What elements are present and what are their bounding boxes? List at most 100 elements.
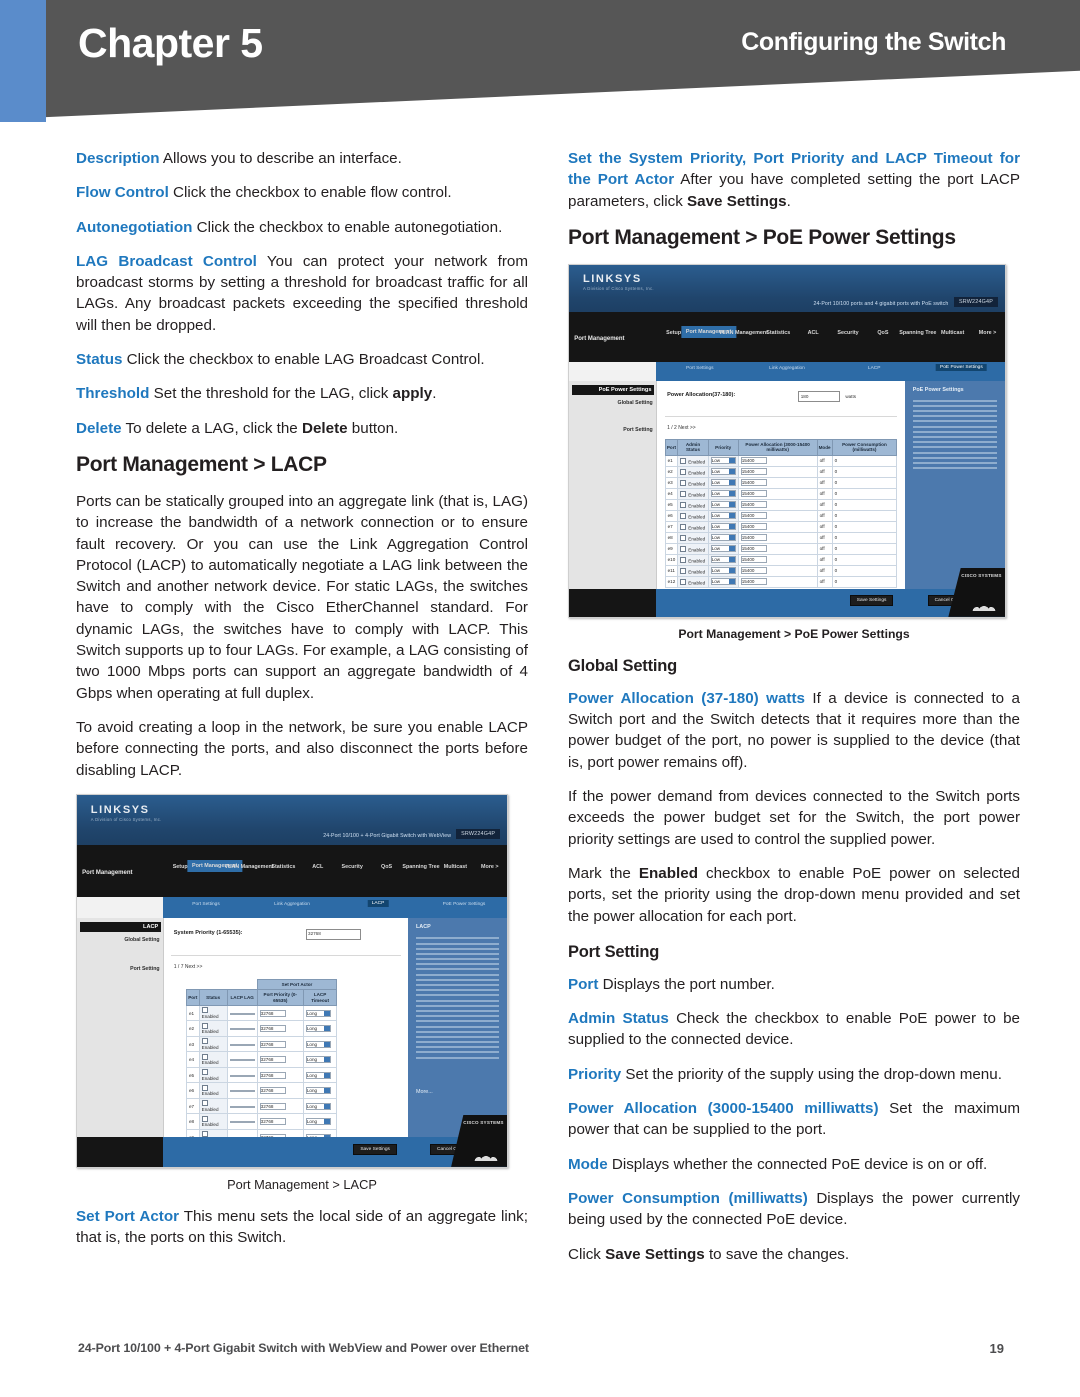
poe-pager[interactable]: 1 / 2 Next >>	[667, 425, 696, 431]
poe-nav-item-security[interactable]: Security	[837, 330, 858, 336]
poe-allocation-input[interactable]: 15400	[740, 468, 767, 476]
poe-cell-priority[interactable]: Low	[707, 542, 739, 555]
lacp-cell-lag[interactable]	[226, 1035, 258, 1053]
poe-cell-allocation[interactable]: 15400	[737, 542, 818, 555]
poe-cell-allocation[interactable]: 15400	[737, 520, 818, 533]
poe-subnav-bar[interactable]: Port Settings Link Aggregation LACP PoE Pow…	[656, 361, 1005, 382]
poe-allocation-input[interactable]: 15400	[740, 512, 767, 520]
lacp-cell-status[interactable]: Enabled	[198, 1097, 228, 1115]
lacp-timeout-select[interactable]: Long	[305, 1118, 331, 1126]
poe-cell-allocation[interactable]: 15400	[737, 531, 818, 544]
lacp-cell-priority[interactable]: 32768	[256, 1082, 304, 1099]
lacp-cell-status[interactable]: Enabled	[198, 1051, 228, 1068]
lacp-lag-select[interactable]	[229, 1121, 255, 1124]
poe-priority-select[interactable]: Low	[710, 468, 736, 476]
poe-sidebar-link-port-setting[interactable]: Port Setting	[623, 427, 652, 433]
poe-priority-select[interactable]: Low	[710, 457, 736, 465]
poe-cell-admin-status[interactable]: Enabled	[677, 542, 709, 555]
lacp-cell-priority[interactable]: 32768	[256, 1066, 304, 1084]
lacp-nav-item-acl[interactable]: ACL	[312, 864, 323, 870]
lacp-nav-item-security[interactable]: Security	[342, 864, 363, 870]
lacp-timeout-select[interactable]: Long	[305, 1087, 331, 1095]
poe-priority-select[interactable]: Low	[710, 578, 736, 586]
poe-subnav-item-port-settings[interactable]: Port Settings	[686, 366, 713, 371]
poe-nav-item-qos[interactable]: QoS	[877, 330, 888, 336]
lacp-priority-input[interactable]: 32768	[259, 1071, 286, 1079]
lacp-cell-status[interactable]: Enabled	[198, 1035, 228, 1053]
poe-admin-status-checkbox[interactable]	[680, 567, 687, 574]
lacp-nav-item-multicast[interactable]: Multicast	[444, 864, 467, 870]
lacp-cell-priority[interactable]: 32768	[256, 1097, 304, 1115]
lacp-cell-lag[interactable]	[226, 1082, 258, 1099]
poe-priority-select[interactable]: Low	[710, 567, 736, 575]
lacp-cell-priority[interactable]: 32768	[256, 1020, 304, 1037]
lacp-timeout-select[interactable]: Long	[305, 1102, 331, 1110]
lacp-timeout-select[interactable]: Long	[305, 1056, 331, 1064]
poe-priority-select[interactable]: Low	[710, 534, 736, 542]
lacp-nav-item-qos[interactable]: QoS	[381, 864, 392, 870]
lacp-cell-timeout[interactable]: Long	[302, 1020, 338, 1037]
poe-sidebar-link-global-setting[interactable]: Global Setting	[618, 400, 653, 406]
poe-allocation-input[interactable]: 15400	[740, 545, 767, 553]
poe-cell-admin-status[interactable]: Enabled	[677, 454, 709, 467]
lacp-cell-status[interactable]: Enabled	[198, 1066, 228, 1084]
lacp-nav-item-spanning-tree[interactable]: Spanning Tree	[402, 864, 439, 870]
lacp-cell-lag[interactable]	[226, 1020, 258, 1037]
lacp-timeout-select[interactable]: Long	[305, 1040, 331, 1048]
lacp-cell-lag[interactable]	[226, 1097, 258, 1115]
lacp-cell-timeout[interactable]: Long	[302, 1051, 338, 1068]
poe-cell-allocation[interactable]: 15400	[737, 509, 818, 522]
lacp-save-settings-button[interactable]: Save Settings	[353, 1144, 397, 1156]
poe-priority-select[interactable]: Low	[710, 545, 736, 553]
lacp-subnav-item-poe-power-settings[interactable]: PoE Power Settings	[443, 902, 486, 907]
poe-cell-priority[interactable]: Low	[707, 487, 739, 500]
poe-cell-priority[interactable]: Low	[707, 465, 739, 478]
poe-admin-status-checkbox[interactable]	[680, 479, 687, 486]
poe-admin-status-checkbox[interactable]	[680, 523, 687, 530]
lacp-status-checkbox[interactable]	[201, 1022, 208, 1029]
lacp-cell-priority[interactable]: 32768	[256, 1051, 304, 1068]
poe-allocation-input[interactable]: 15400	[740, 501, 767, 509]
poe-nav-item-statistics[interactable]: Statistics	[766, 330, 790, 336]
poe-admin-status-checkbox[interactable]	[680, 578, 687, 585]
lacp-cell-status[interactable]: Enabled	[198, 1020, 228, 1037]
poe-priority-select[interactable]: Low	[710, 512, 736, 520]
lacp-cell-lag[interactable]	[226, 1066, 258, 1084]
lacp-cell-timeout[interactable]: Long	[302, 1035, 338, 1053]
poe-cell-admin-status[interactable]: Enabled	[677, 476, 709, 489]
poe-cell-priority[interactable]: Low	[707, 476, 739, 489]
poe-nav-item-more[interactable]: More >	[979, 330, 997, 336]
poe-allocation-input[interactable]: 15400	[740, 523, 767, 531]
poe-admin-status-checkbox[interactable]	[680, 534, 687, 541]
poe-cell-priority[interactable]: Low	[707, 531, 739, 544]
lacp-status-checkbox[interactable]	[201, 1100, 208, 1107]
poe-cell-priority[interactable]: Low	[707, 575, 739, 588]
lacp-subnav-item-link-aggregation[interactable]: Link Aggregation	[274, 902, 310, 907]
poe-cell-priority[interactable]: Low	[707, 454, 739, 467]
poe-nav-item-setup[interactable]: Setup	[666, 330, 681, 336]
lacp-nav-item-setup[interactable]: Setup	[173, 864, 188, 870]
poe-cell-priority[interactable]: Low	[707, 498, 739, 511]
lacp-status-checkbox[interactable]	[201, 1007, 208, 1014]
poe-priority-select[interactable]: Low	[710, 556, 736, 564]
lacp-lag-select[interactable]	[229, 1012, 255, 1015]
poe-cell-priority[interactable]: Low	[707, 520, 739, 533]
poe-allocation-input[interactable]: 15400	[740, 556, 767, 564]
lacp-pager[interactable]: 1 / 7 Next >>	[174, 964, 203, 970]
lacp-lag-select[interactable]	[229, 1043, 255, 1046]
poe-allocation-input[interactable]: 15400	[740, 567, 767, 575]
lacp-lag-select[interactable]	[229, 1059, 255, 1062]
lacp-priority-input[interactable]: 32768	[259, 1087, 286, 1095]
poe-nav-item-vlan-management[interactable]: VLAN Management	[719, 330, 768, 336]
lacp-priority-input[interactable]: 32768	[259, 1009, 286, 1017]
poe-nav-item-spanning-tree[interactable]: Spanning Tree	[899, 330, 936, 336]
poe-allocation-input[interactable]: 15400	[740, 578, 767, 586]
poe-cell-admin-status[interactable]: Enabled	[677, 487, 709, 500]
lacp-nav-item-statistics[interactable]: Statistics	[271, 864, 295, 870]
lacp-cell-priority[interactable]: 32768	[256, 1035, 304, 1053]
poe-save-settings-button[interactable]: Save Settings	[849, 595, 894, 607]
poe-subnav-item-poe-power-settings[interactable]: PoE Power Settings	[936, 364, 987, 371]
poe-subnav-item-link-aggregation[interactable]: Link Aggregation	[769, 366, 805, 371]
poe-cell-priority[interactable]: Low	[707, 509, 739, 522]
poe-cell-admin-status[interactable]: Enabled	[677, 575, 709, 588]
